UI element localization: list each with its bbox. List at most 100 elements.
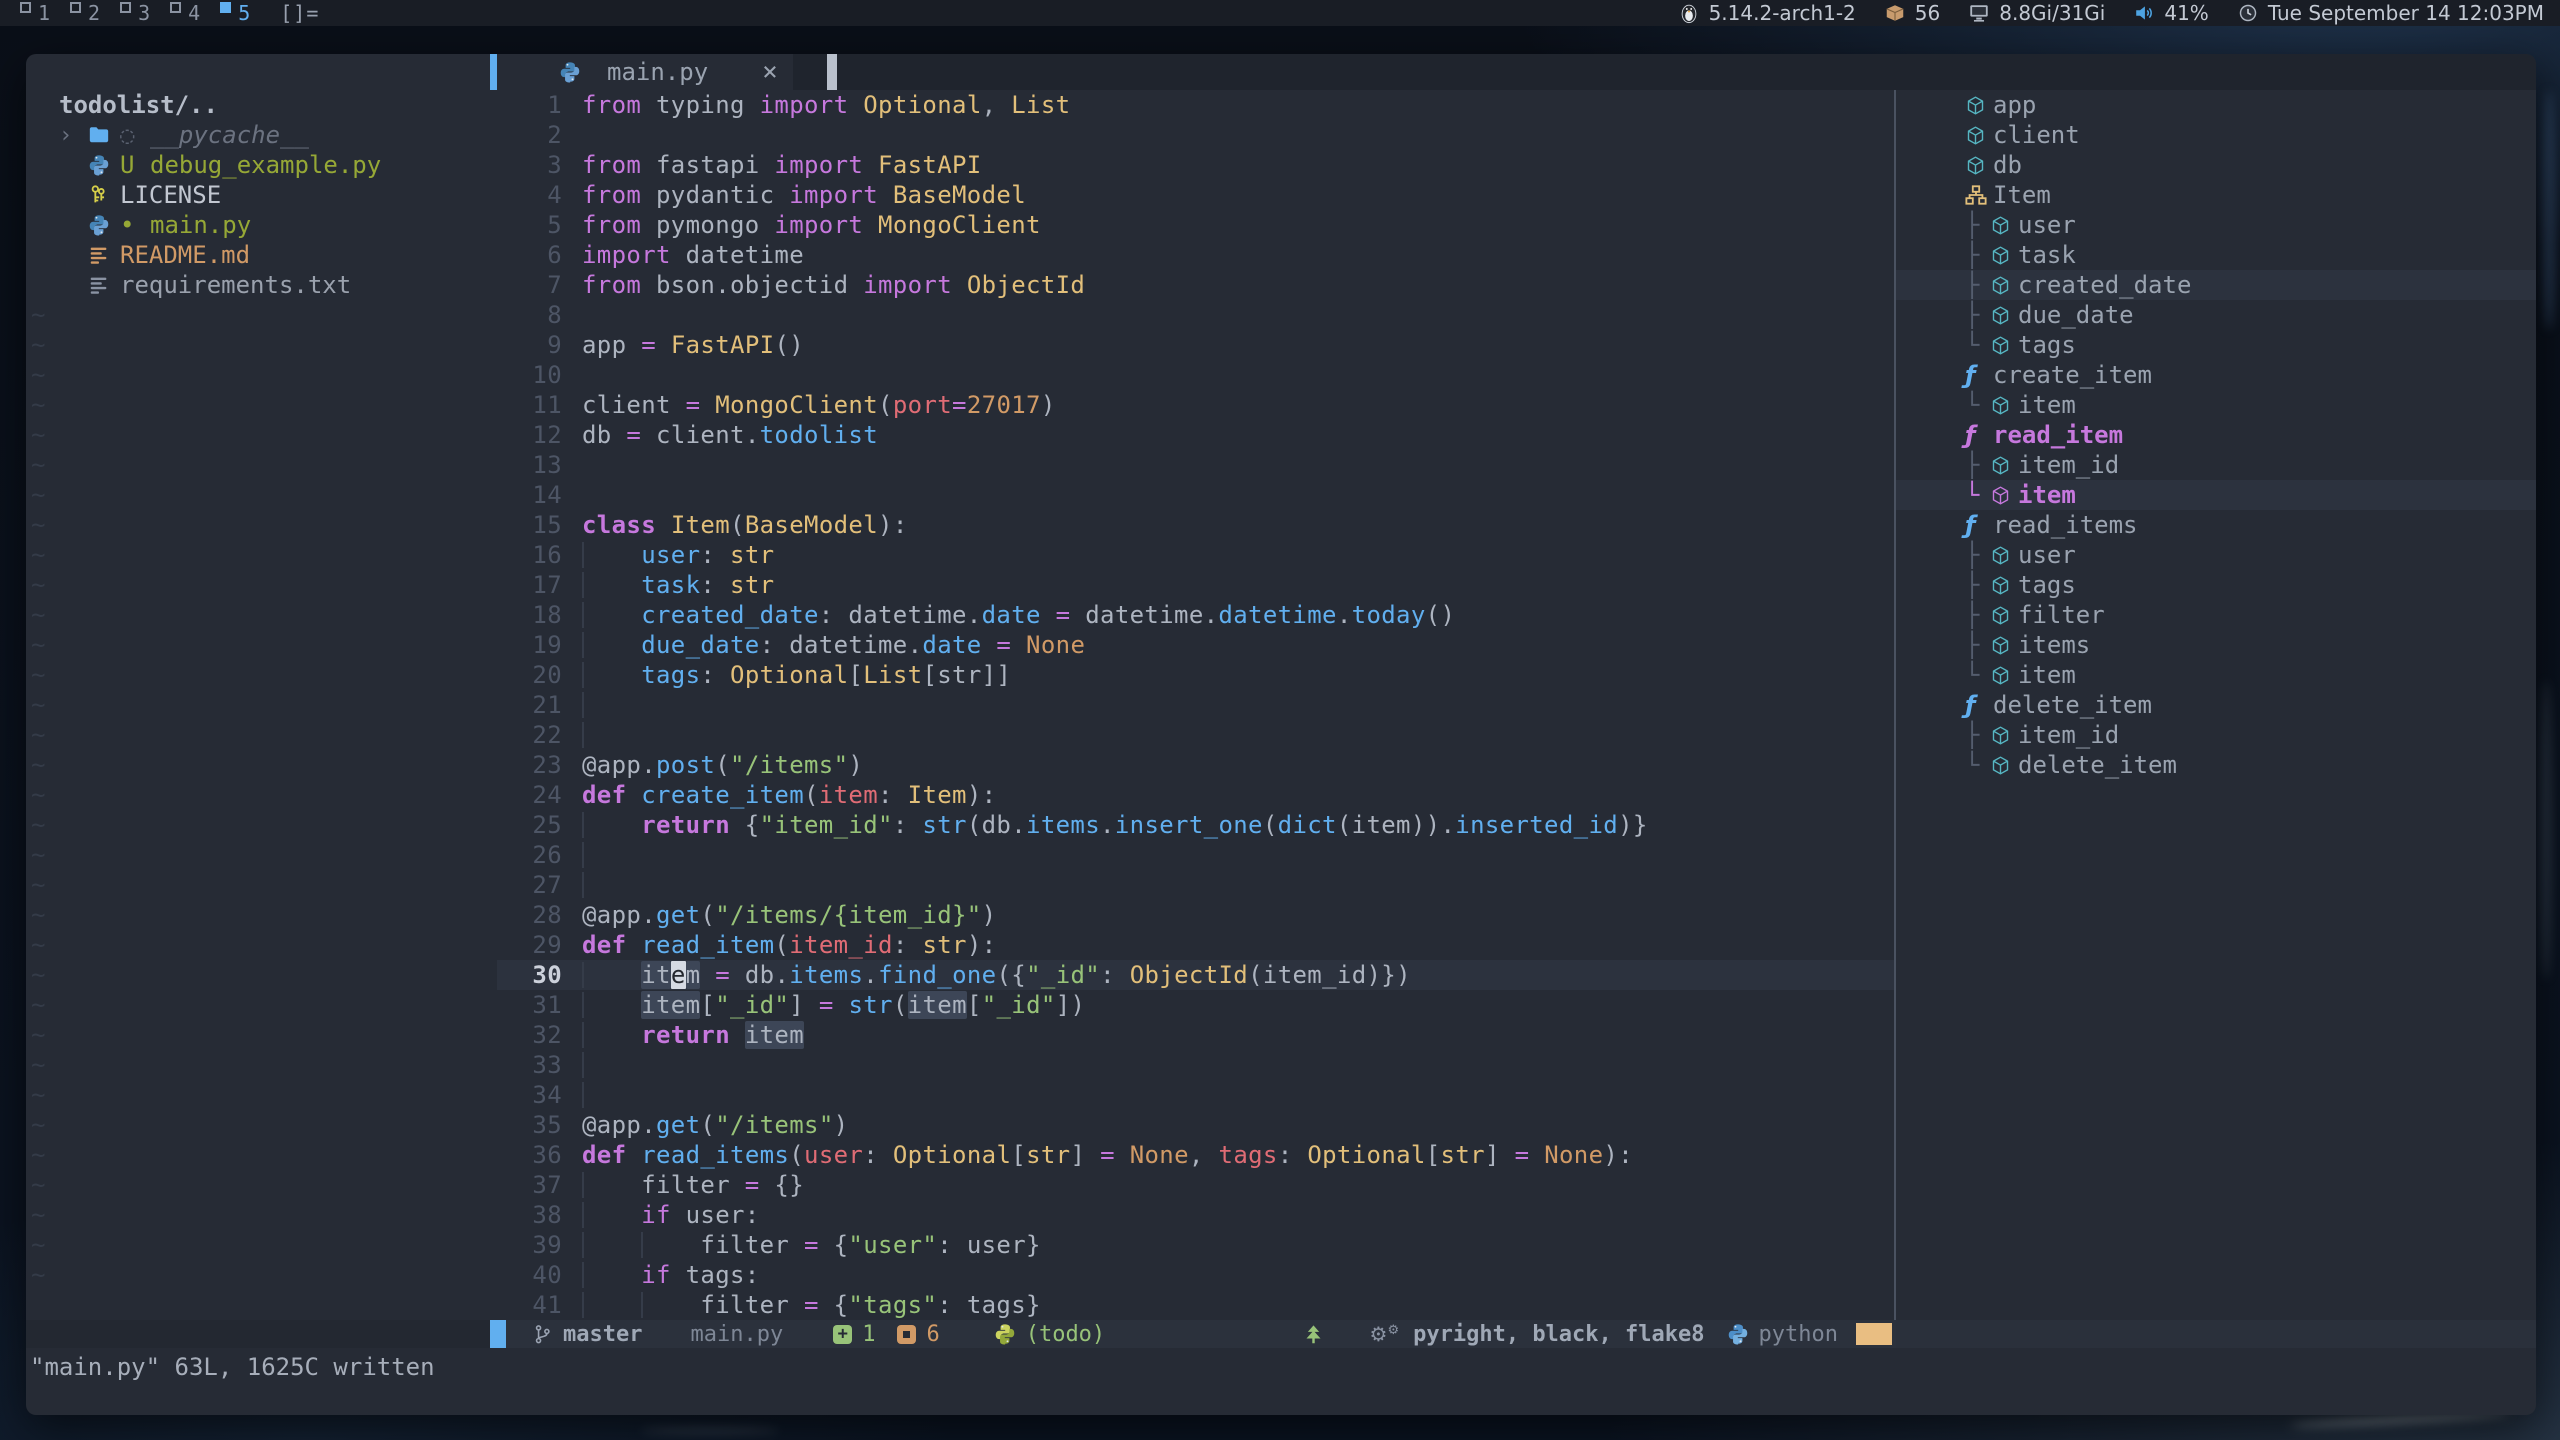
code-line-4[interactable]: 4from pydantic import BaseModel [497,180,1894,210]
code-line-10[interactable]: 10 [497,360,1894,390]
code-line-27[interactable]: 27 [497,870,1894,900]
file-tree-item-readme-md[interactable]: README.md [26,240,490,270]
code-line-24[interactable]: 24def create_item(item: Item): [497,780,1894,810]
code-line-26[interactable]: 26 [497,840,1894,870]
outline-symbol-client[interactable]: client [1896,120,2536,150]
layout-indicator[interactable]: []= [280,1,319,25]
code-line-39[interactable]: 39 filter = {"user": user} [497,1230,1894,1260]
code-line-33[interactable]: 33 [497,1050,1894,1080]
file-tree-item-requirements-txt[interactable]: requirements.txt [26,270,490,300]
code-line-31[interactable]: 31 item["_id"] = str(item["_id"]) [497,990,1894,1020]
workspace-4[interactable]: 4 [170,1,200,25]
outline-symbol-item[interactable]: └ item [1896,660,2536,690]
code-line-12[interactable]: 12db = client.todolist [497,420,1894,450]
file-tree-item-debug-example-py[interactable]: Udebug_example.py [26,150,490,180]
tree-connector: └ [1965,331,1990,359]
file-name: main.py [150,211,251,239]
code-line-32[interactable]: 32 return item [497,1020,1894,1050]
code-text: filter = {"tags": tags} [582,1291,1041,1319]
filetype-python-icon [1727,1323,1749,1345]
git-branch-group: master [532,1322,642,1347]
workspace-2[interactable]: 2 [70,1,100,25]
code-text: def read_items(user: Optional[str] = Non… [582,1141,1633,1169]
outline-symbol-item[interactable]: └ item [1896,390,2536,420]
outline-symbol-delete_item[interactable]: ƒdelete_item [1896,690,2536,720]
code-line-35[interactable]: 35@app.get("/items") [497,1110,1894,1140]
code-line-40[interactable]: 40 if tags: [497,1260,1894,1290]
outline-symbol-created_date[interactable]: ├ created_date [1896,270,2536,300]
markdown-file-icon [88,244,120,266]
end-of-buffer-tilde: ~ [26,690,490,720]
code-line-25[interactable]: 25 return {"item_id": str(db.items.inser… [497,810,1894,840]
code-line-19[interactable]: 19 due_date: datetime.date = None [497,630,1894,660]
tabline-cursor [827,54,837,90]
outline-symbol-delete_item[interactable]: └ delete_item [1896,750,2536,780]
line-number: 11 [497,391,562,419]
code-line-7[interactable]: 7from bson.objectid import ObjectId [497,270,1894,300]
code-line-22[interactable]: 22 [497,720,1894,750]
outline-symbol-user[interactable]: ├ user [1896,210,2536,240]
code-line-30[interactable]: 30 item = db.items.find_one({"_id": Obje… [497,960,1894,990]
outline-symbol-item_id[interactable]: ├ item_id [1896,720,2536,750]
line-number: 30 [497,961,562,989]
outline-symbol-tags[interactable]: ├ tags [1896,570,2536,600]
outline-symbol-filter[interactable]: ├ filter [1896,600,2536,630]
outline-symbol-tags[interactable]: └ tags [1896,330,2536,360]
file-tree-item-main-py[interactable]: •main.py [26,210,490,240]
indent-guide [582,812,584,838]
code-line-34[interactable]: 34 [497,1080,1894,1110]
code-line-6[interactable]: 6import datetime [497,240,1894,270]
code-line-9[interactable]: 9app = FastAPI() [497,330,1894,360]
outline-symbol-Item[interactable]: Item [1896,180,2536,210]
code-line-17[interactable]: 17 task: str [497,570,1894,600]
outline-symbol-read_item[interactable]: ƒread_item [1896,420,2536,450]
code-line-23[interactable]: 23@app.post("/items") [497,750,1894,780]
outline-symbol-app[interactable]: app [1896,90,2536,120]
code-editor[interactable]: 1from typing import Optional, List23from… [497,90,1894,1320]
code-line-2[interactable]: 2 [497,120,1894,150]
file-tree-item--pycache-[interactable]: ›◌__pycache__ [26,120,490,150]
workspace-5[interactable]: 5 [220,1,250,25]
code-line-8[interactable]: 8 [497,300,1894,330]
code-line-18[interactable]: 18 created_date: datetime.date = datetim… [497,600,1894,630]
tab-close-icon[interactable]: × [762,59,778,85]
code-line-21[interactable]: 21 [497,690,1894,720]
code-line-15[interactable]: 15class Item(BaseModel): [497,510,1894,540]
code-line-14[interactable]: 14 [497,480,1894,510]
outline-symbol-items[interactable]: ├ items [1896,630,2536,660]
file-tree-root[interactable]: todolist/.. [26,90,490,120]
treesitter-icon [1303,1324,1324,1345]
tree-connector: └ [1965,391,1990,419]
code-line-28[interactable]: 28@app.get("/items/{item_id}") [497,900,1894,930]
code-line-3[interactable]: 3from fastapi import FastAPI [497,150,1894,180]
code-line-5[interactable]: 5from pymongo import MongoClient [497,210,1894,240]
outline-symbol-db[interactable]: db [1896,150,2536,180]
indent-guide [582,842,584,868]
workspace-3[interactable]: 3 [120,1,150,25]
workspace-1[interactable]: 1 [20,1,50,25]
symbol-label: item [2018,661,2076,689]
file-tree-item-license[interactable]: LICENSE [26,180,490,210]
outline-symbol-item[interactable]: └ item [1896,480,2536,510]
code-line-41[interactable]: 41 filter = {"tags": tags} [497,1290,1894,1320]
code-line-29[interactable]: 29def read_item(item_id: str): [497,930,1894,960]
outline-symbol-due_date[interactable]: ├ due_date [1896,300,2536,330]
outline-symbol-item_id[interactable]: ├ item_id [1896,450,2536,480]
code-line-13[interactable]: 13 [497,450,1894,480]
code-line-38[interactable]: 38 if user: [497,1200,1894,1230]
code-line-11[interactable]: 11client = MongoClient(port=27017) [497,390,1894,420]
outline-symbol-read_items[interactable]: ƒread_items [1896,510,2536,540]
end-of-buffer-tilde: ~ [26,1080,490,1110]
line-number: 27 [497,871,562,899]
workspace-square-icon [120,2,131,13]
outline-symbol-user[interactable]: ├ user [1896,540,2536,570]
code-line-37[interactable]: 37 filter = {} [497,1170,1894,1200]
outline-symbol-task[interactable]: ├ task [1896,240,2536,270]
code-line-36[interactable]: 36def read_items(user: Optional[str] = N… [497,1140,1894,1170]
code-line-20[interactable]: 20 tags: Optional[List[str]] [497,660,1894,690]
outline-symbol-create_item[interactable]: ƒcreate_item [1896,360,2536,390]
tab-main-py[interactable]: main.py × [497,54,793,90]
symbol-label: tags [2018,571,2076,599]
code-line-16[interactable]: 16 user: str [497,540,1894,570]
code-line-1[interactable]: 1from typing import Optional, List [497,90,1894,120]
